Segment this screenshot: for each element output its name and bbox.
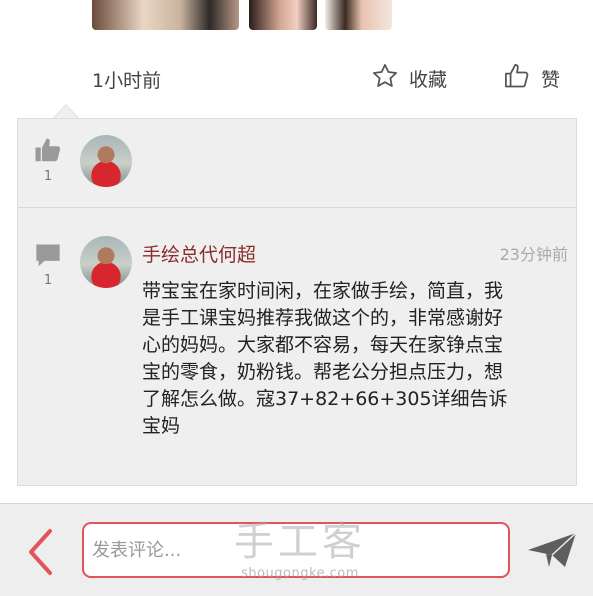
- comment-author-avatar[interactable]: [80, 236, 132, 288]
- comment-input[interactable]: [82, 522, 510, 578]
- comment-bubble-icon: [31, 241, 65, 273]
- likes-row: 1: [18, 119, 576, 208]
- bottom-bar: [0, 503, 593, 596]
- comment-time: 23分钟前: [499, 245, 568, 264]
- like-label: 赞: [541, 69, 561, 91]
- back-chevron-icon[interactable]: [22, 528, 60, 576]
- comment-text: 带宝宝在家时间闲，在家做手绘，简直，我是手工课宝妈推荐我做这个的，非常感谢好心的…: [142, 280, 508, 437]
- post-time: 1小时前: [92, 70, 162, 92]
- send-paper-plane-icon[interactable]: [525, 530, 579, 570]
- like-count: 1: [43, 169, 53, 184]
- panel-pointer: [52, 104, 80, 119]
- comments-panel: 1 1 手绘总代何超 23分钟前 带宝宝在家时间闲，在家做手绘，简直，我是手工课…: [17, 118, 577, 486]
- favorite-label: 收藏: [409, 69, 448, 91]
- post-photo-1[interactable]: [92, 0, 239, 30]
- comment-author[interactable]: 手绘总代何超: [142, 240, 256, 267]
- post-photo-3[interactable]: [325, 0, 392, 30]
- comment-item: 1 手绘总代何超 23分钟前 带宝宝在家时间闲，在家做手绘，简直，我是手工课宝妈…: [18, 208, 576, 485]
- comment-count: 1: [43, 273, 53, 288]
- post-photo-2[interactable]: [249, 0, 317, 30]
- like-button[interactable]: 赞: [503, 62, 560, 95]
- thumbs-up-outline-icon: [503, 62, 531, 95]
- star-outline-icon: [371, 62, 399, 95]
- liker-avatar[interactable]: [80, 135, 132, 187]
- favorite-button[interactable]: 收藏: [371, 62, 447, 95]
- thumbs-up-icon: [31, 135, 65, 169]
